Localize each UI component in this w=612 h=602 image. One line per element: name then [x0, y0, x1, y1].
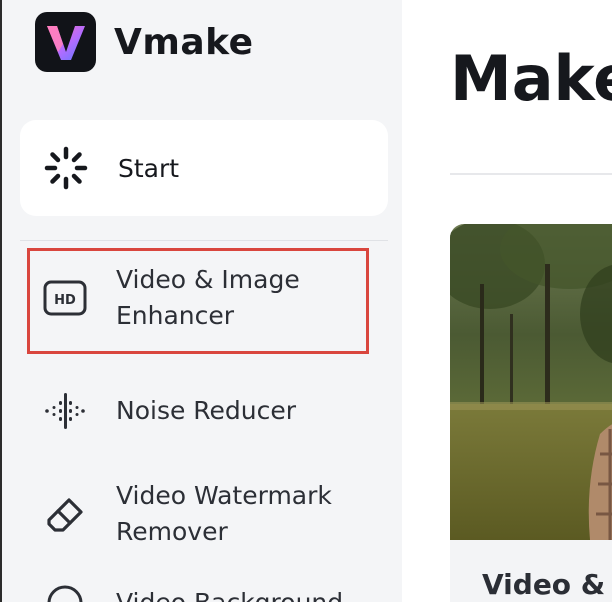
page-title: Make [450, 42, 612, 115]
main-content: Make [402, 0, 612, 602]
feature-card[interactable]: Video & I [450, 224, 612, 602]
svg-text:HD: HD [54, 293, 76, 308]
eraser-icon [40, 489, 90, 539]
background-icon [40, 578, 90, 602]
sound-wave-icon [40, 386, 90, 436]
card-title: Video & I [482, 568, 612, 601]
sidebar-item-video-watermark-remover[interactable]: Video Watermark Remover [20, 478, 388, 550]
vmake-logo-icon [35, 12, 96, 72]
brand-name: Vmake [114, 21, 254, 63]
sidebar-divider [20, 240, 388, 241]
sidebar-item-noise-reducer[interactable]: Noise Reducer [20, 386, 388, 436]
app-window: Vmake Start HD Video & Image Enhancer No… [0, 0, 612, 602]
start-label: Start [118, 153, 180, 183]
sidebar-item-video-background[interactable]: Video Background [20, 578, 388, 602]
hd-icon: HD [40, 273, 90, 323]
sidebar-item-video-image-enhancer[interactable]: HD Video & Image Enhancer [20, 262, 388, 334]
loading-spinner-icon [44, 146, 88, 190]
sidebar-item-label: Video & Image Enhancer [116, 265, 300, 330]
title-divider [450, 173, 612, 175]
card-preview-image [450, 224, 612, 540]
brand[interactable]: Vmake [35, 12, 254, 72]
sidebar: Vmake Start HD Video & Image Enhancer No… [0, 0, 402, 602]
start-button[interactable]: Start [20, 120, 388, 216]
sidebar-item-label: Noise Reducer [116, 396, 297, 425]
sidebar-item-label: Video Watermark Remover [116, 481, 332, 546]
sidebar-item-label: Video Background [116, 585, 343, 602]
